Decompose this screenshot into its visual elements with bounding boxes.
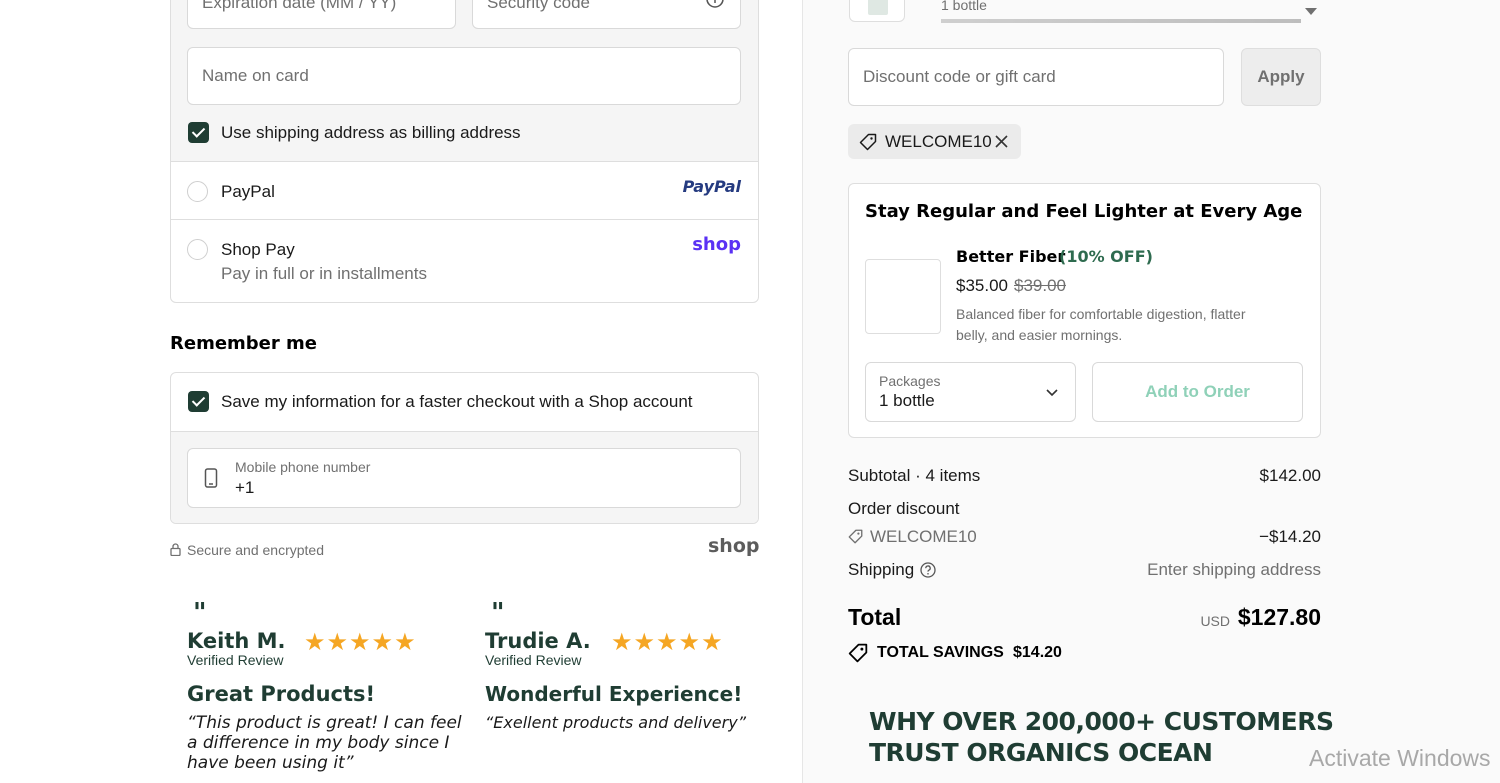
savings-tag-icon [848,643,868,663]
paypal-logo: PayPal [682,177,741,196]
currency-label: USD [1200,613,1230,629]
remember-me-heading: Remember me [170,333,317,354]
discount-value: −$14.20 [1259,527,1321,546]
review-text-line: “Exellent products and delivery” [485,713,746,732]
upsell-card: Stay Regular and Feel Lighter at Every A… [848,183,1321,438]
security-code-placeholder: Security code [487,0,590,12]
review-text-line: a difference in my body since I [187,733,450,753]
phone-value: +1 [235,478,255,497]
shoppay-radio[interactable] [187,239,208,260]
product-variant-text: 1 bottle [941,0,987,13]
add-to-order-button[interactable]: Add to Order [1092,362,1303,422]
lock-icon [170,543,181,556]
name-on-card-field[interactable]: Name on card [187,47,741,105]
review-text-line: have been using it” [187,753,354,773]
expiration-placeholder: Expiration date (MM / YY) [202,0,397,12]
shipping-label: Shipping [848,560,915,579]
billing-address-checkbox[interactable] [188,122,209,143]
subtotal-value: $142.00 [1259,466,1321,485]
reviewer-name: Keith M. [187,629,286,653]
applied-code-text: WELCOME10 [885,132,992,151]
subtotal-label: Subtotal · 4 items [848,466,981,485]
paypal-label: PayPal [221,182,275,201]
discount-placeholder: Discount code or gift card [863,67,1056,86]
verified-review-label: Verified Review [187,652,284,668]
shoppay-label: Shop Pay [221,240,295,259]
billing-address-label: Use shipping address as billing address [221,123,521,142]
phone-label: Mobile phone number [235,459,371,475]
shop-logo: shop [708,535,760,557]
order-discount-label: Order discount [848,499,960,518]
upsell-product-name: Better Fiber [956,247,1066,266]
packages-label: Packages [879,373,941,389]
verified-review-label: Verified Review [485,652,582,668]
phone-icon [204,468,218,488]
total-savings-value: $14.20 [1013,644,1062,661]
chevron-down-icon [1046,389,1058,397]
shipping-value: Enter shipping address [1147,560,1321,579]
shoppay-sublabel: Pay in full or in installments [221,264,427,283]
expiration-date-field[interactable]: Expiration date (MM / YY) [187,0,456,29]
trust-heading-line: TRUST ORGANICS OCEAN [869,738,1213,767]
review-title: Wonderful Experience! [485,682,743,706]
payment-methods-box: Expiration date (MM / YY) Security code … [170,0,759,303]
secure-encrypted-text: Secure and encrypted [187,542,324,558]
shop-pay-logo: shop [692,234,741,255]
close-icon[interactable] [995,135,1008,148]
paypal-radio[interactable] [187,181,208,202]
quote-icon: " [491,598,505,628]
save-info-label: Save my information for a faster checkou… [221,392,693,411]
product-line-separator [941,17,1301,23]
discount-code-text: WELCOME10 [870,527,977,546]
save-info-checkbox[interactable] [188,391,209,412]
product-thumbnail [849,0,905,22]
info-icon[interactable] [706,0,724,8]
total-value: $127.80 [1237,604,1321,630]
name-on-card-placeholder: Name on card [202,66,309,85]
payment-divider [171,219,758,220]
trust-heading-line: WHY OVER 200,000+ CUSTOMERS [869,707,1334,736]
phone-section: Mobile phone number +1 [171,431,758,523]
tag-icon [859,133,877,151]
upsell-description-line: Balanced fiber for comfortable digestion… [956,306,1246,322]
review-title: Great Products! [187,682,376,706]
upsell-product-image [865,259,941,334]
security-code-field[interactable]: Security code [472,0,741,29]
upsell-discount-badge: (10% OFF) [1059,247,1153,266]
activate-windows-watermark: Activate Windows [1309,745,1491,771]
total-label: Total [848,604,902,630]
upsell-heading: Stay Regular and Feel Lighter at Every A… [865,201,1303,222]
packages-value: 1 bottle [879,391,935,410]
chevron-down-icon[interactable] [1305,8,1317,16]
upsell-price: $35.00 [956,276,1008,295]
star-rating-icon: ★★★★★ [304,629,417,656]
tag-icon [848,529,863,544]
upsell-description-line: belly, and easier mornings. [956,327,1123,343]
discount-code-input[interactable]: Discount code or gift card [848,48,1224,106]
upsell-compare-price: $39.00 [1014,276,1066,295]
total-savings-label: TOTAL SAVINGS [877,644,1004,661]
packages-select[interactable]: Packages 1 bottle [865,362,1076,422]
review-text-line: “This product is great! I can feel [187,713,462,733]
applied-discount-tag: WELCOME10 [848,124,1021,159]
mobile-phone-field[interactable]: Mobile phone number +1 [187,448,741,508]
apply-button[interactable]: Apply [1241,48,1321,106]
remember-me-box: Save my information for a faster checkou… [170,372,759,524]
star-rating-icon: ★★★★★ [611,629,724,656]
help-icon[interactable] [920,562,936,578]
reviewer-name: Trudie A. [485,629,591,653]
quote-icon: " [193,598,207,628]
